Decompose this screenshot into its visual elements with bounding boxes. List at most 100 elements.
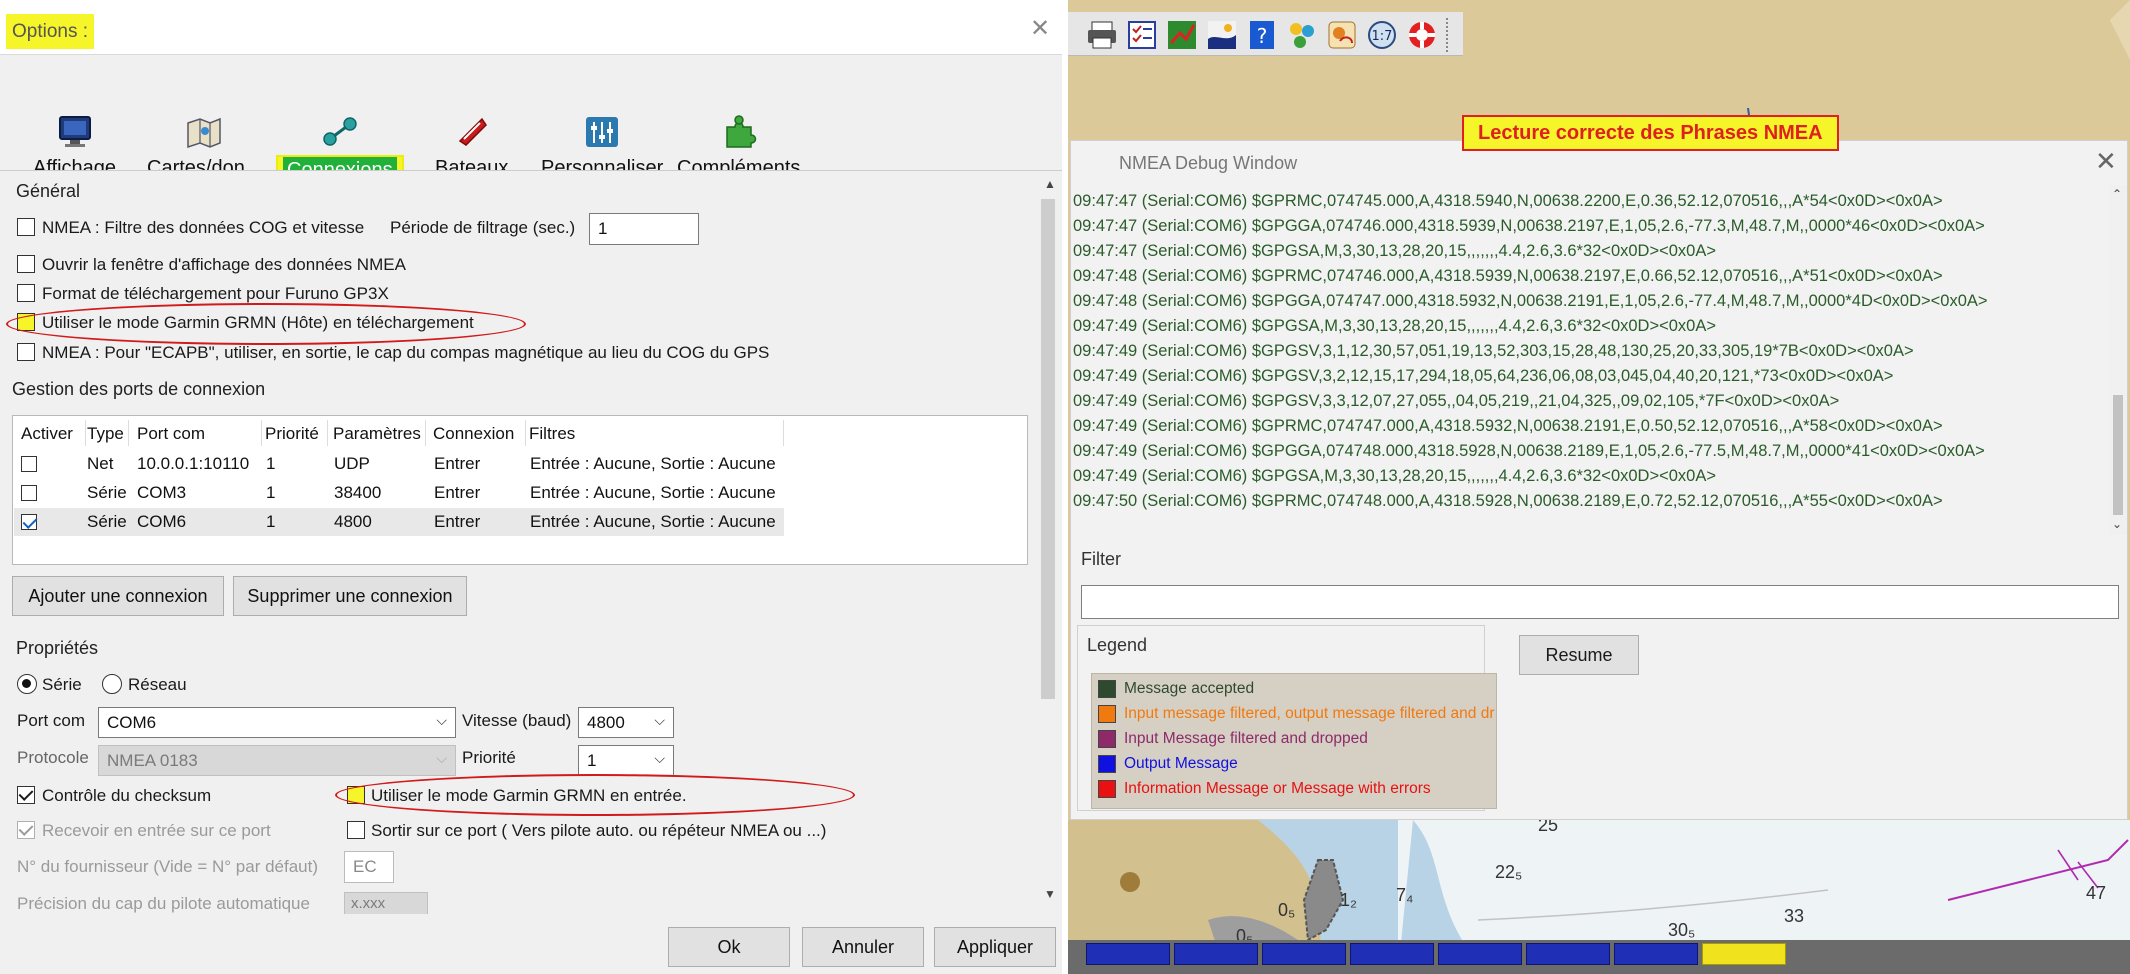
scroll-down-icon[interactable]: ▼ [1044, 887, 1056, 901]
receive-checkbox [17, 821, 35, 839]
table-row[interactable]: Série COM3 1 38400 Entrer Entrée : Aucun… [14, 479, 784, 507]
dialog-title: Options : [6, 14, 95, 49]
chart-bar[interactable] [1068, 940, 2130, 974]
scroll-thumb[interactable] [2113, 395, 2123, 515]
toolbar-grip[interactable] [1446, 18, 1454, 52]
chart-bar-segment[interactable] [1086, 943, 1170, 965]
cell-port: COM6 [137, 512, 187, 531]
lifebuoy-icon[interactable] [1406, 19, 1438, 51]
row-enable-checkbox[interactable] [21, 456, 37, 472]
scroll-down-icon[interactable]: ⌄ [2112, 517, 2122, 531]
cancel-button[interactable]: Annuler [802, 927, 924, 967]
garmin-input-checkbox[interactable] [347, 786, 365, 804]
chevron-down-icon: ⌵ [436, 750, 447, 766]
chevron-down-icon: ⌵ [654, 750, 665, 766]
furuno-checkbox[interactable] [17, 284, 35, 302]
serial-radio[interactable] [17, 674, 37, 694]
priority-select[interactable]: 1 ⌵ [578, 745, 674, 776]
route-icon[interactable] [1166, 19, 1198, 51]
tide-icon[interactable] [1206, 19, 1238, 51]
log-line: 09:47:48 (Serial:COM6) $GPRMC,074746.000… [1073, 267, 1943, 285]
scroll-thumb[interactable] [1041, 199, 1055, 699]
port-select-value: COM6 [107, 713, 157, 732]
close-icon[interactable]: ✕ [2095, 146, 2117, 177]
serial-radio-label: Série [42, 675, 82, 694]
col-header[interactable]: Filtres [529, 424, 575, 444]
chart-bar-segment[interactable] [1438, 943, 1522, 965]
supplier-input: EC [344, 851, 394, 883]
baud-select[interactable]: 4800 ⌵ [578, 707, 674, 738]
col-separator [128, 420, 129, 446]
table-row[interactable]: Net 10.0.0.1:10110 1 UDP Entrer Entrée :… [14, 450, 784, 478]
chart-bar-segment[interactable] [1526, 943, 1610, 965]
col-header[interactable]: Connexion [433, 424, 514, 444]
chart-view[interactable]: 22₅ 7₄ 33 30₅ 47 1₂ 0₅ 0₅ 25 ? 1:7 NMEA … [1068, 0, 2130, 974]
close-icon[interactable]: ✕ [1030, 15, 1050, 43]
filter-label: Filter [1081, 549, 1121, 569]
chart-bar-segment[interactable] [1350, 943, 1434, 965]
col-header[interactable]: Type [87, 424, 124, 444]
network-radio[interactable] [102, 674, 122, 694]
network-radio-label: Réseau [128, 675, 187, 694]
autopilot-select: x.xxx [344, 892, 428, 916]
chart-bar-segment[interactable] [1262, 943, 1346, 965]
chart-bar-segment-active[interactable] [1702, 943, 1786, 965]
log-line: 09:47:49 (Serial:COM6) $GPGSA,M,3,30,13,… [1073, 467, 1716, 485]
col-header[interactable]: Priorité [265, 424, 319, 444]
depth-label: 47 [2086, 883, 2107, 903]
scroll-up-icon[interactable]: ▲ [1044, 177, 1056, 191]
table-row-selected[interactable]: Série COM6 1 4800 Entrer Entrée : Aucune… [14, 508, 784, 536]
checklist-icon[interactable] [1126, 19, 1158, 51]
charts-icon [187, 117, 221, 149]
output-checkbox[interactable] [347, 821, 365, 839]
chart-bar-segment[interactable] [1614, 943, 1698, 965]
log-scrollbar[interactable]: ⌃ ⌄ [2109, 185, 2127, 535]
options-scrollbar[interactable]: ▲ ▼ [1038, 175, 1058, 905]
apply-button[interactable]: Appliquer [934, 927, 1056, 967]
row-enable-checkbox[interactable] [21, 514, 37, 530]
legend-list: Message accepted Input message filtered,… [1091, 673, 1497, 809]
period-input[interactable] [589, 213, 699, 245]
legend-text: Input message filtered, output message f… [1124, 705, 1495, 722]
legend-text: Input Message filtered and dropped [1124, 730, 1368, 747]
filter-input[interactable] [1081, 585, 2119, 619]
remove-connection-button[interactable]: Supprimer une connexion [233, 576, 467, 616]
print-icon[interactable] [1086, 19, 1118, 51]
chevron-down-icon: ⌵ [654, 712, 665, 728]
scroll-up-icon[interactable]: ⌃ [2112, 187, 2122, 201]
baud-select-value: 4800 [587, 713, 625, 732]
port-select[interactable]: COM6 ⌵ [98, 707, 456, 738]
resume-button[interactable]: Resume [1519, 635, 1639, 675]
checksum-checkbox[interactable] [17, 786, 35, 804]
add-connection-button[interactable]: Ajouter une connexion [12, 576, 224, 616]
depth-label: 1₂ [1340, 890, 1357, 910]
boat-icon [458, 117, 487, 146]
baud-label: Vitesse (baud) [462, 711, 572, 730]
garmin-host-checkbox[interactable] [17, 313, 35, 331]
depth-label: 7₄ [1396, 885, 1414, 905]
weather-icon[interactable] [1326, 19, 1358, 51]
gps-icon[interactable] [1286, 19, 1318, 51]
cell-port: COM3 [137, 483, 187, 502]
col-header[interactable]: Port com [137, 424, 205, 444]
cell-filters: Entrée : Aucune, Sortie : Aucune [530, 512, 776, 531]
connections-table[interactable]: Activer Type Port com Priorité Paramètre… [12, 415, 1028, 565]
row-enable-checkbox[interactable] [21, 485, 37, 501]
nmea-debug-window: NMEA Debug Window ✕ 09:47:47 (Serial:COM… [1070, 140, 2128, 820]
depth-label: 33 [1784, 906, 1805, 926]
cell-port: 10.0.0.1:10110 [137, 454, 250, 473]
help-icon[interactable]: ? [1246, 19, 1278, 51]
connections-icon [323, 117, 357, 146]
scale-icon[interactable]: 1:7 [1366, 19, 1398, 51]
chart-bar-segment[interactable] [1174, 943, 1258, 965]
cell-connection: Entrer [434, 454, 481, 473]
col-header[interactable]: Activer [21, 424, 73, 444]
ecapb-checkbox[interactable] [17, 343, 35, 361]
cog-filter-checkbox[interactable] [17, 218, 35, 236]
protocol-select: NMEA 0183 ⌵ [98, 745, 456, 776]
ok-button[interactable]: Ok [668, 927, 790, 967]
open-nmea-window-checkbox[interactable] [17, 255, 35, 273]
col-header[interactable]: Paramètres [333, 424, 421, 444]
col-separator [327, 420, 328, 446]
options-dialog: Options : ✕ Affichage Cartes/don... Bate… [0, 0, 1062, 974]
